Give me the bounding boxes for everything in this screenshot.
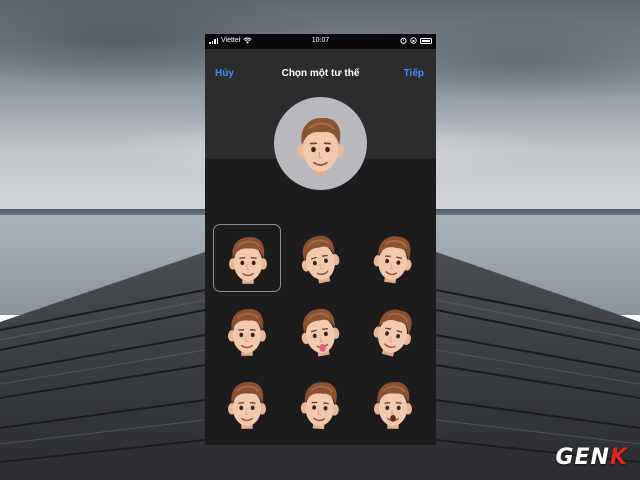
page-title: Chọn một tư thế (281, 68, 360, 79)
memoji-pose-avatar (368, 304, 419, 361)
pose-option-smile-tilt[interactable] (359, 224, 427, 292)
pose-option-side-glance[interactable] (359, 297, 427, 365)
pose-option-smirk[interactable] (286, 370, 354, 438)
memoji-pose-avatar (296, 305, 344, 360)
memoji-pose-avatar (295, 231, 345, 288)
pose-option-wink-grin[interactable] (286, 224, 354, 292)
battery-icon (420, 37, 432, 44)
memoji-pose-avatar (373, 381, 413, 430)
memoji-pose-avatar (298, 379, 342, 432)
phone-screen: Viettel 10:07 Hủy Chọn một tư thế Tiếp (205, 34, 436, 445)
memoji-preview-avatar (296, 116, 345, 177)
memoji-header: Hủy Chọn một tư thế Tiếp (205, 49, 436, 190)
memoji-pose-avatar (370, 232, 417, 287)
alarm-icon (400, 37, 407, 44)
pose-option-content[interactable] (213, 297, 281, 365)
pose-option-wink-tongue[interactable] (286, 297, 354, 365)
memoji-preview (274, 97, 367, 190)
next-button[interactable]: Tiếp (404, 68, 424, 79)
status-bar: Viettel 10:07 (205, 34, 436, 49)
orientation-lock-icon (410, 37, 417, 44)
pose-gallery (205, 204, 436, 445)
pose-option-neutral[interactable] (213, 370, 281, 438)
genk-watermark-logo: GENK (555, 445, 628, 470)
memoji-pose-avatar (227, 308, 267, 357)
pose-option-surprised[interactable] (359, 370, 427, 438)
pose-option-smile[interactable] (213, 224, 281, 292)
memoji-pose-avatar (227, 381, 267, 430)
memoji-pose-avatar (228, 236, 268, 285)
